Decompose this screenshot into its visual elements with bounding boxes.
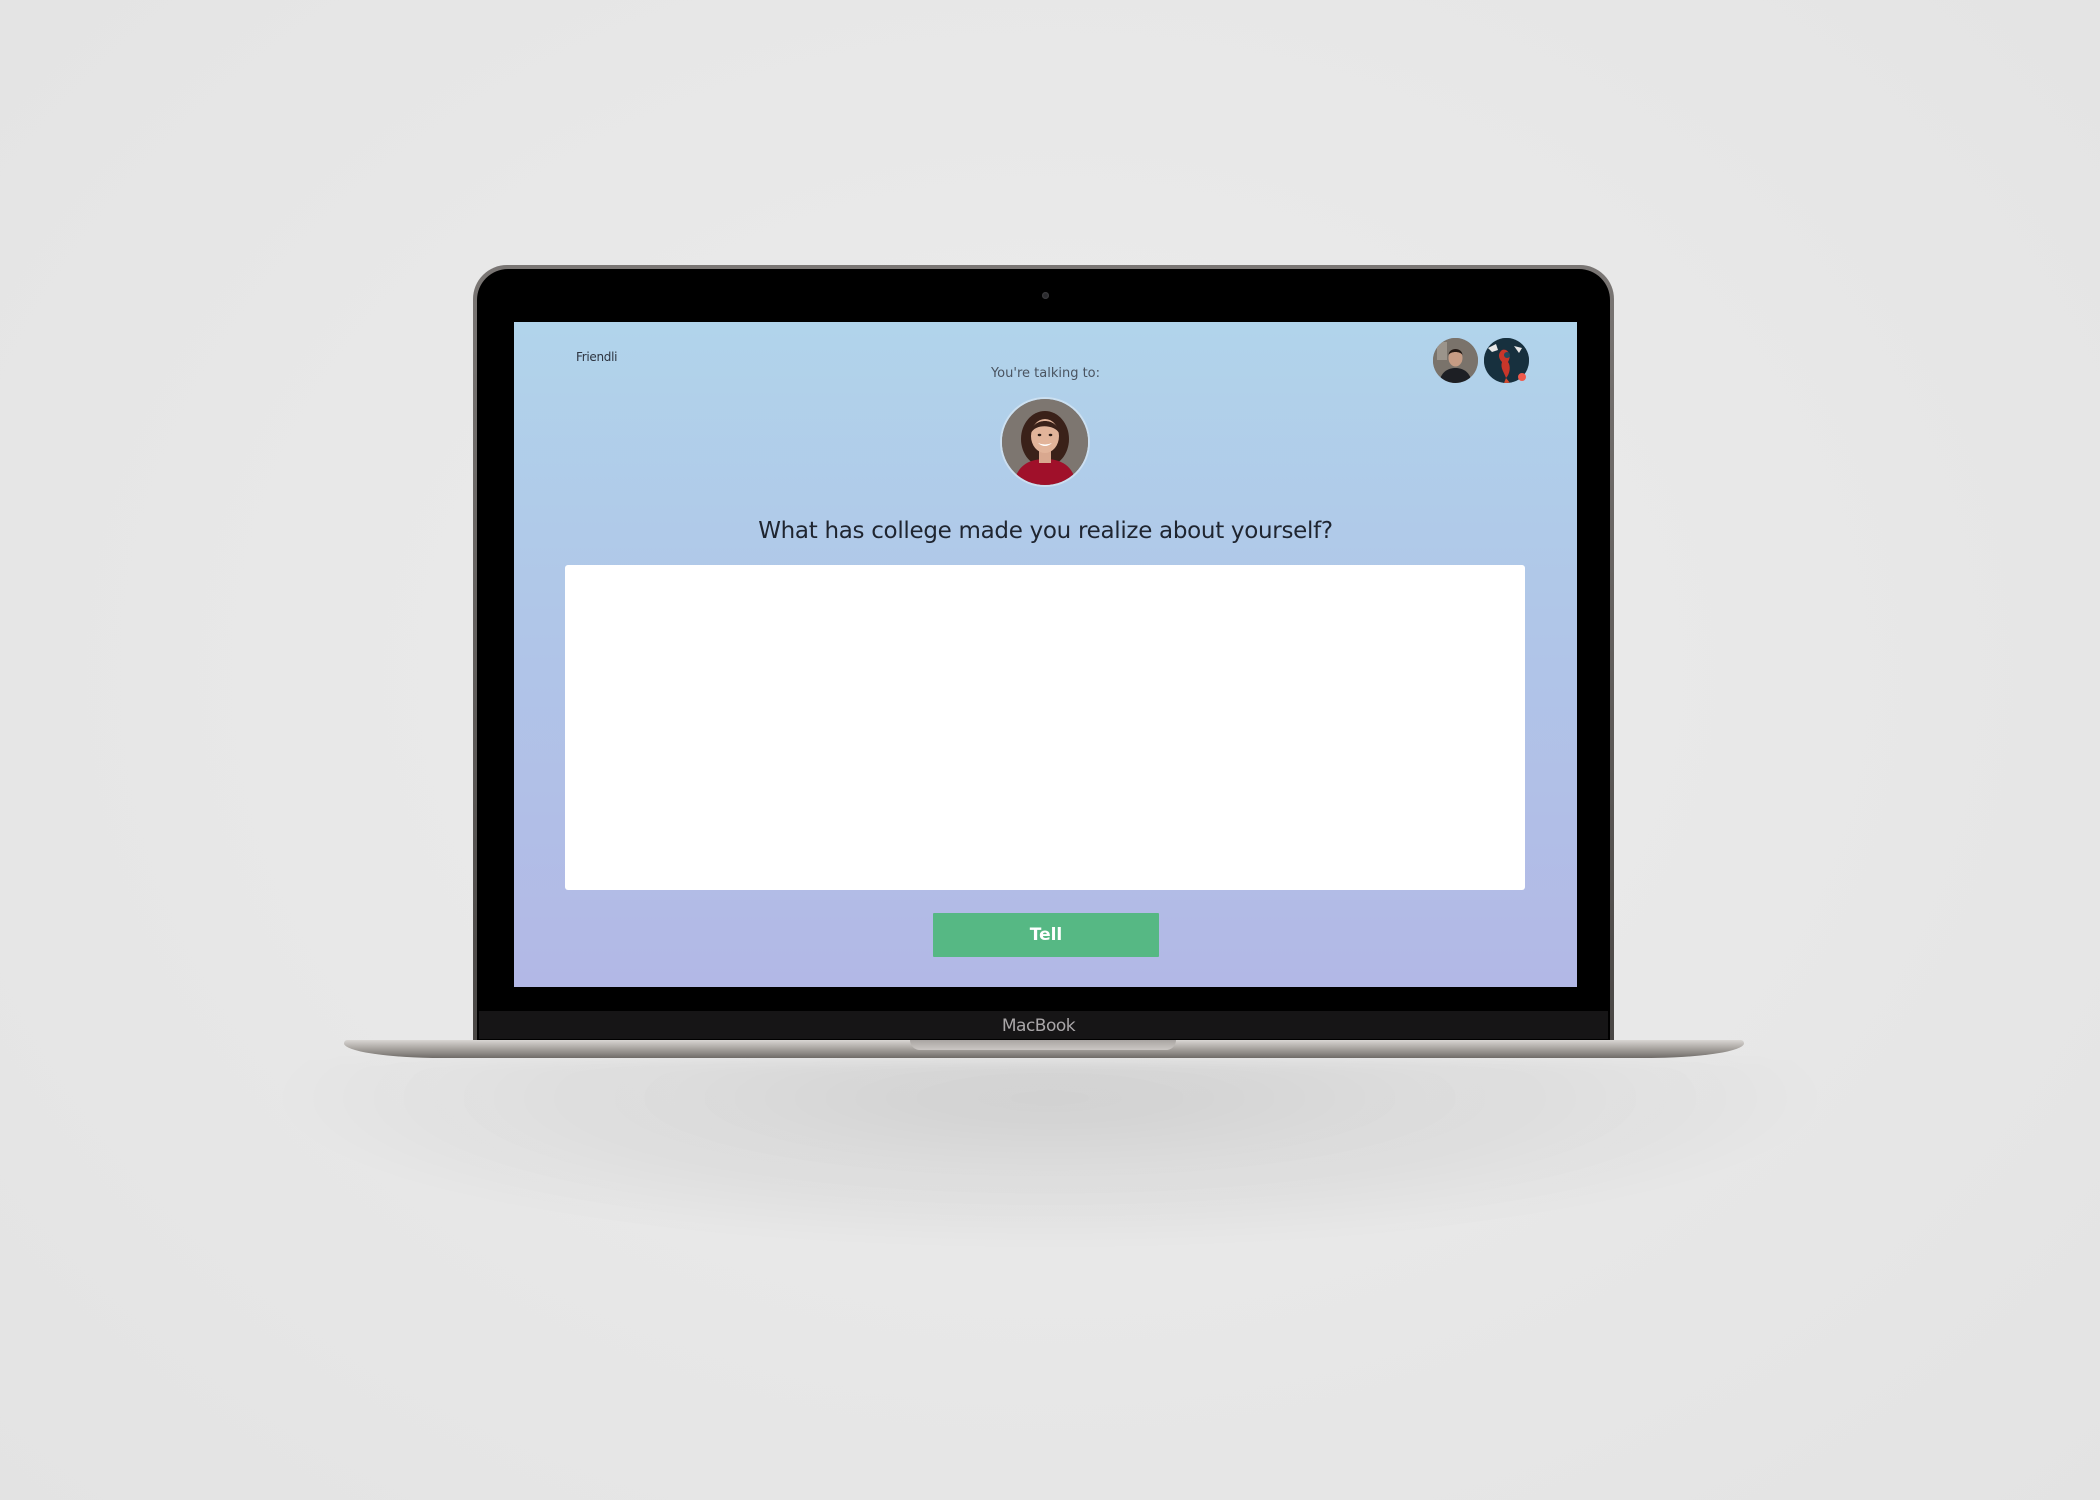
question-prompt: What has college made you realize about … [758,518,1333,544]
laptop-hinge-notch [910,1040,1176,1050]
mockup-stage: Friendli You're talking to: What has col… [0,0,2100,1500]
talking-to-label: You're talking to: [990,366,1101,381]
user-avatar-icon [1433,338,1478,383]
user-avatar[interactable] [1433,338,1478,383]
app-screen: Friendli You're talking to: What has col… [514,322,1577,987]
laptop-chin: MacBook [479,1011,1608,1039]
app-logo[interactable]: Friendli [576,350,617,364]
laptop-shadow [260,1060,1840,1250]
answer-textarea[interactable] [565,565,1525,890]
partner-avatar [1002,399,1088,485]
tell-button[interactable]: Tell [933,913,1159,957]
notification-dot-icon [1518,373,1526,381]
laptop-brand-label: MacBook [1001,1016,1076,1036]
camera-icon [1042,292,1049,299]
partner-avatar-icon [1002,399,1088,485]
